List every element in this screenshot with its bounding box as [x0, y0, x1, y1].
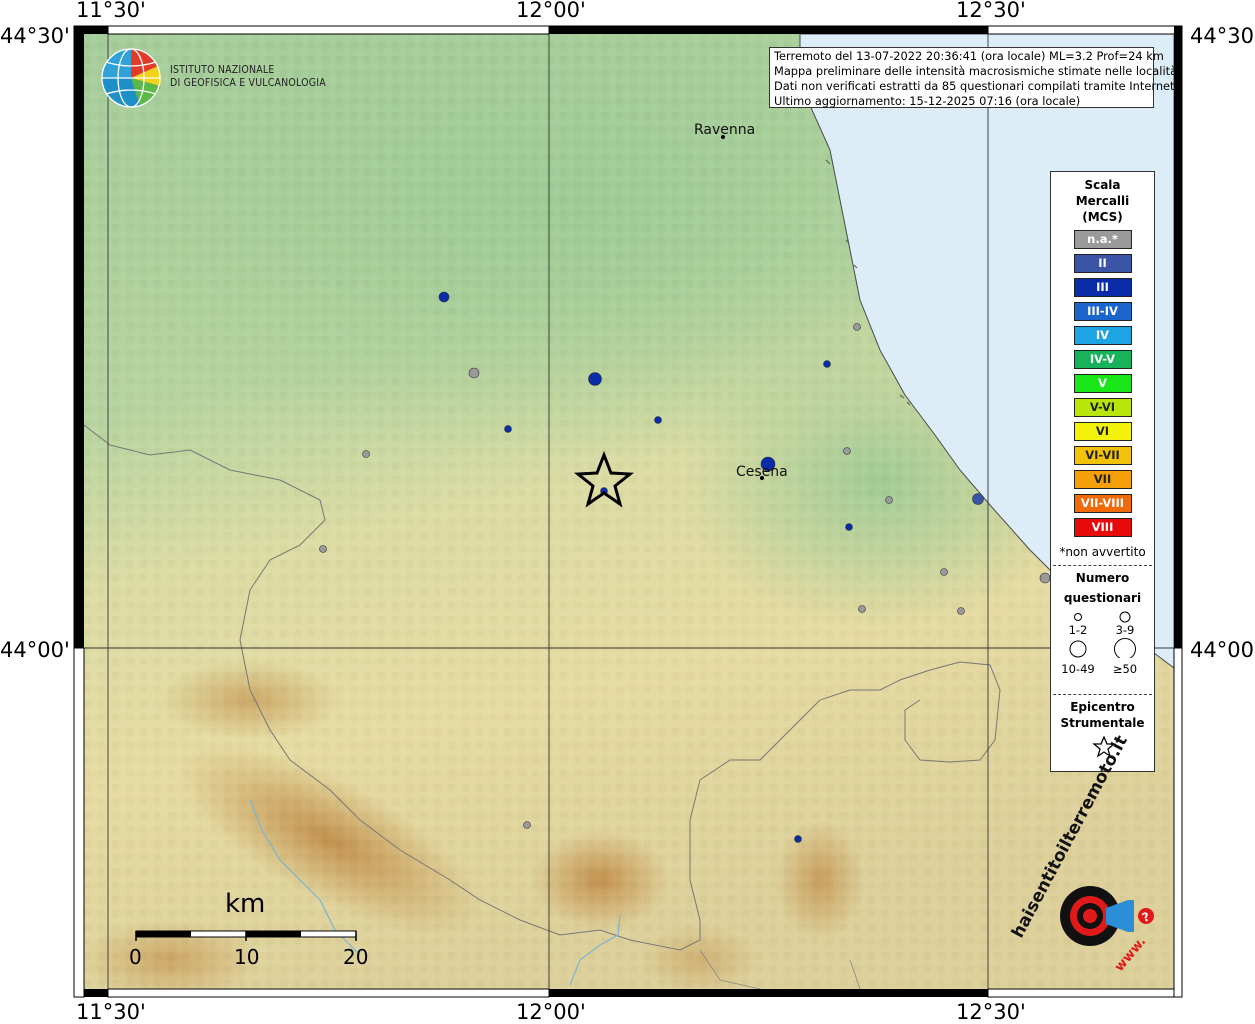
intensity-point-iii[interactable] — [794, 835, 802, 843]
legend-intensity-list: n.a.* II III III-IV IV IV-V V V-VI VI VI-VII VII VI… — [1051, 230, 1154, 537]
legend-item-iv: IV — [1073, 326, 1132, 345]
intensity-point-iii[interactable] — [823, 360, 831, 368]
intensity-point-na[interactable] — [362, 450, 370, 458]
intensity-point-na[interactable] — [885, 496, 893, 504]
legend-title-line-1: Scala — [1084, 178, 1121, 192]
scale-tick-10: 10 — [234, 945, 260, 969]
event-info-line-3: Dati non verificati estratti da 85 quest… — [774, 79, 1179, 93]
intensity-point-na[interactable] — [940, 568, 948, 576]
legend-count-sizes: 1-2 3-9 10-49 ≥50 — [1051, 608, 1154, 688]
ingv-logo-icon — [101, 48, 161, 108]
city-label-ravenna: Ravenna — [694, 122, 756, 138]
scale-tick-0: 0 — [129, 945, 142, 969]
legend-item-vi-vii: VI-VII — [1073, 446, 1132, 465]
event-info-line-1: Terremoto del 13-07-2022 20:36:41 (ora l… — [774, 49, 1164, 63]
intensity-point-na[interactable] — [957, 607, 965, 615]
legend-item-v-vi: V-VI — [1073, 398, 1132, 417]
coord-right-4430: 44°30' — [1190, 24, 1255, 48]
intensity-point-na[interactable] — [858, 605, 866, 613]
institute-line-2: DI GEOFISICA E VULCANOLOGIA — [170, 77, 326, 89]
coord-left-4400: 44°00' — [0, 638, 70, 662]
legend-item-v: V — [1073, 374, 1132, 393]
legend-epicenter-title: Epicentro Strumentale — [1051, 699, 1154, 731]
legend-divider — [1053, 694, 1152, 695]
legend-count-1-2: 1-2 — [1068, 623, 1088, 637]
legend-item-vii: VII — [1073, 470, 1132, 489]
legend-count-title: Numero questionari — [1051, 568, 1154, 608]
intensity-point-na[interactable] — [853, 323, 861, 331]
legend-note: *non avvertito — [1059, 545, 1146, 559]
legend-title: Scala Mercalli (MCS) — [1051, 177, 1154, 225]
intensity-point-iii[interactable] — [438, 291, 450, 303]
intensity-point-na[interactable] — [523, 821, 531, 829]
legend-epicenter-title-line-2: Strumentale — [1060, 716, 1145, 730]
legend-item-n-a: n.a.* — [1073, 230, 1132, 249]
coord-top-1130: 11°30' — [76, 0, 146, 22]
coord-right-4400: 44°00' — [1190, 638, 1255, 662]
institute-line-1: ISTITUTO NAZIONALE — [170, 64, 275, 76]
intensity-point-na[interactable] — [843, 447, 851, 455]
legend-item-vi: VI — [1073, 422, 1132, 441]
intensity-point-iii[interactable] — [654, 416, 662, 424]
coord-top-1200: 12°00' — [516, 0, 586, 22]
legend-count-50-plus: ≥50 — [1112, 662, 1138, 676]
legend-item-vii-viii: VII-VIII — [1073, 494, 1132, 513]
intensity-point-na[interactable] — [468, 367, 480, 379]
event-info-box: Terremoto del 13-07-2022 20:36:41 (ora l… — [769, 47, 1179, 108]
institute-name: ISTITUTO NAZIONALE DI GEOFISICA E VULCAN… — [170, 64, 326, 90]
legend-title-line-3: (MCS) — [1082, 210, 1123, 224]
event-info-line-4: Ultimo aggiornamento: 15-12-2025 07:16 (… — [774, 94, 1081, 108]
coord-bottom-1230: 12°30' — [956, 1000, 1026, 1024]
legend-count-title-line-2: questionari — [1063, 591, 1142, 605]
event-info-line-2: Mappa preliminare delle intensità macros… — [774, 64, 1178, 78]
legend-item-ii: II — [1073, 254, 1132, 273]
intensity-point-ii[interactable] — [972, 493, 984, 505]
coord-left-4430: 44°30' — [0, 24, 70, 48]
legend-count-10-49: 10-49 — [1061, 662, 1095, 676]
legend: Scala Mercalli (MCS) n.a.* II III III-IV IV I… — [1050, 171, 1155, 772]
legend-item-viii: VIII — [1073, 518, 1132, 537]
legend-divider — [1053, 565, 1152, 566]
legend-count-title-line-1: Numero — [1075, 571, 1130, 585]
intensity-point-iii[interactable] — [504, 425, 512, 433]
legend-item-iv-v: IV-V — [1073, 350, 1132, 369]
coord-bottom-1130: 11°30' — [76, 1000, 146, 1024]
scale-unit: km — [225, 889, 266, 919]
legend-title-line-2: Mercalli — [1075, 194, 1130, 208]
legend-count-3-9: 3-9 — [1115, 623, 1135, 637]
intensity-point-na[interactable] — [319, 545, 327, 553]
legend-item-iii: III — [1073, 278, 1132, 297]
intensity-point-iii[interactable] — [845, 523, 853, 531]
intensity-point-iii[interactable] — [588, 372, 602, 386]
scale-tick-20: 20 — [343, 945, 369, 969]
intensity-point-na[interactable] — [1039, 572, 1051, 584]
coord-top-1230: 12°30' — [956, 0, 1026, 22]
legend-item-iii-iv: III-IV — [1073, 302, 1132, 321]
city-label-cesena: Cesena — [736, 464, 788, 480]
coord-bottom-1200: 12°00' — [516, 1000, 586, 1024]
legend-epicenter-title-line-1: Epicentro — [1070, 700, 1135, 714]
